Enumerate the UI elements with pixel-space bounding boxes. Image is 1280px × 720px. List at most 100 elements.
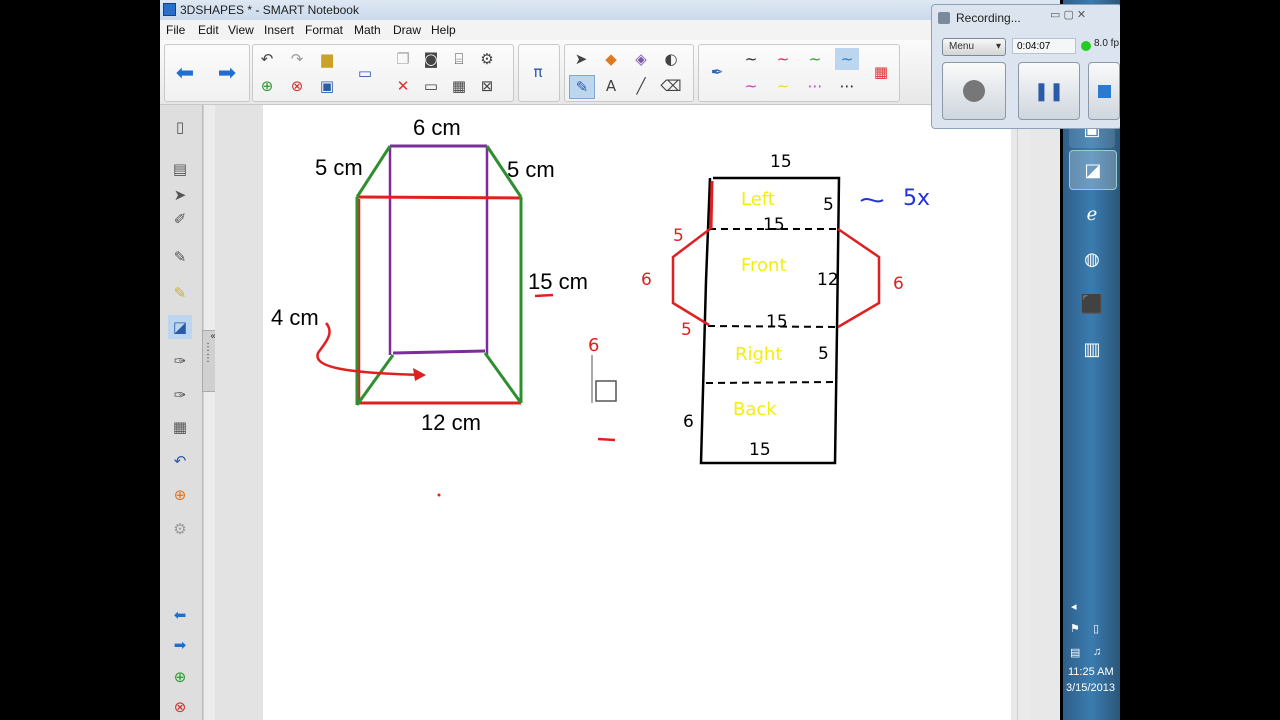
- whiteboard-canvas[interactable]: 6 cm 5 cm 5 cm 15 cm 4 cm 12 cm 6 15 Lef…: [263, 105, 1011, 720]
- nav-group: ⬅ ➡: [164, 44, 250, 102]
- show-hidden-icons[interactable]: ◂: [1071, 600, 1077, 613]
- menu-draw[interactable]: Draw: [393, 23, 421, 37]
- acrobat-icon[interactable]: ⬛: [1069, 285, 1115, 323]
- canvas-scrollbar[interactable]: [1017, 105, 1030, 720]
- menu-edit[interactable]: Edit: [198, 23, 219, 37]
- prism-red-top: [357, 195, 522, 200]
- target-icon[interactable]: ⊕: [168, 483, 192, 507]
- net-label-5-left-bot: 5: [681, 320, 692, 340]
- gallery-icon[interactable]: ▤: [168, 157, 192, 181]
- side-next-icon[interactable]: ➡: [168, 633, 192, 657]
- undo-icon[interactable]: ↶: [255, 48, 279, 70]
- line-icon[interactable]: ╱: [629, 75, 653, 97]
- menu-insert[interactable]: Insert: [264, 23, 294, 37]
- eraser-icon[interactable]: ◈: [629, 48, 653, 70]
- pen-icon[interactable]: ✒: [705, 61, 729, 83]
- math-group: π: [518, 44, 560, 102]
- pen-style-blue[interactable]: ∼: [835, 48, 859, 70]
- table-icon[interactable]: ⌸: [447, 48, 471, 70]
- menu-view[interactable]: View: [228, 23, 254, 37]
- select-tool-icon[interactable]: ➤: [168, 183, 192, 207]
- add-page-icon[interactable]: ⊕: [255, 75, 279, 97]
- pen-style-magenta[interactable]: ∼: [739, 75, 763, 97]
- pointer-arrow: [316, 322, 424, 377]
- bottom-underline: [597, 437, 616, 442]
- tools-group: ➤ ◆ ◈ ◐ ✎ A ╱ ⌫: [564, 44, 694, 102]
- net-label-15-b: 15: [766, 312, 788, 332]
- delete-icon[interactable]: ✕: [391, 75, 415, 97]
- internet-explorer-icon[interactable]: ℯ: [1069, 195, 1115, 233]
- insert-table-icon[interactable]: ▦: [447, 75, 471, 97]
- calculator-icon[interactable]: ▦: [168, 415, 192, 439]
- delete-page-icon[interactable]: ⊗: [285, 75, 309, 97]
- previous-page-icon[interactable]: ⬅: [173, 61, 197, 86]
- menu-help[interactable]: Help: [431, 23, 456, 37]
- shapes-icon[interactable]: ◆: [599, 48, 623, 70]
- clock-time[interactable]: 11:25 AM: [1068, 666, 1114, 678]
- flag-icon[interactable]: ⚑: [1070, 622, 1080, 635]
- screen-capture-icon[interactable]: ◙: [419, 48, 443, 70]
- close-icon[interactable]: ⊠: [475, 75, 499, 97]
- pen-style-dashed[interactable]: ⋯: [803, 75, 827, 97]
- mouse-icon[interactable]: ◍: [1069, 240, 1115, 278]
- volume-icon[interactable]: ♫: [1093, 646, 1101, 658]
- recorder-menu-button[interactable]: Menu ▾: [942, 38, 1006, 56]
- menu-format[interactable]: Format: [305, 23, 343, 37]
- note-arrow: [860, 198, 884, 203]
- undo-side-icon[interactable]: ↶: [168, 449, 192, 473]
- magic-pen-icon[interactable]: ✑: [168, 349, 192, 373]
- pen-style-green[interactable]: ∼: [803, 48, 827, 70]
- paste-icon[interactable]: ❐: [391, 48, 415, 70]
- record-button[interactable]: [942, 62, 1006, 120]
- pause-button[interactable]: ❚❚: [1018, 62, 1080, 120]
- recorder-window-controls[interactable]: ▭ ▢ ✕: [1050, 8, 1086, 21]
- net-label-5-a: 5: [823, 195, 834, 215]
- highlighter-icon[interactable]: ✎: [168, 281, 192, 305]
- side-add-page-icon[interactable]: ⊕: [168, 665, 192, 689]
- save-icon[interactable]: ▣: [315, 75, 339, 97]
- clock-date[interactable]: 3/15/2013: [1066, 682, 1115, 694]
- eraser-side-icon[interactable]: ✐: [168, 207, 192, 231]
- text-icon[interactable]: A: [599, 75, 623, 97]
- stop-button[interactable]: [1088, 62, 1120, 120]
- network-icon[interactable]: ▤: [1070, 646, 1080, 659]
- prism-green-edge-bl: [355, 354, 395, 406]
- pen-style-dotted[interactable]: ⋯: [835, 75, 859, 97]
- pen-side-icon[interactable]: ✎: [168, 245, 192, 269]
- pen-style-yellow[interactable]: ∼: [771, 75, 795, 97]
- notebook-icon[interactable]: ◪: [168, 315, 192, 339]
- net-face-back: Back: [733, 399, 777, 420]
- label-right-top: 5 cm: [507, 157, 555, 182]
- label-top: 6 cm: [413, 115, 461, 140]
- side-previous-icon[interactable]: ⬅: [168, 603, 192, 627]
- recorder-taskbar-icon[interactable]: ▥: [1069, 330, 1115, 368]
- page-sorter-icon[interactable]: ▯: [168, 115, 192, 139]
- side-delete-page-icon[interactable]: ⊗: [168, 695, 192, 719]
- pen-style-black[interactable]: ∼: [739, 48, 763, 70]
- power-icon[interactable]: ▯: [1093, 622, 1099, 635]
- redo-icon[interactable]: ↷: [285, 48, 309, 70]
- menu-file[interactable]: File: [166, 23, 185, 37]
- next-page-icon[interactable]: ➡: [215, 61, 239, 86]
- open-folder-icon[interactable]: ▆: [315, 48, 339, 70]
- color-palette-icon[interactable]: ▦: [869, 61, 893, 83]
- erase-icon[interactable]: ⌫: [659, 75, 683, 97]
- menu-bar: File Edit View Insert Format Math Draw H…: [160, 20, 1060, 41]
- smart-notebook-taskbar-icon[interactable]: ◪: [1069, 150, 1117, 190]
- settings-icon[interactable]: ⚙: [168, 517, 192, 541]
- net-label-6-right: 6: [893, 274, 904, 294]
- creative-pen-icon[interactable]: ✑: [168, 383, 192, 407]
- label-bottom: 12 cm: [421, 410, 481, 435]
- math-pi-icon[interactable]: π: [526, 61, 550, 83]
- title-bar: 3DSHAPES * - SMART Notebook: [160, 0, 1060, 20]
- label-inner-six: 6: [588, 335, 599, 356]
- properties-icon[interactable]: ⚙: [475, 48, 499, 70]
- select-arrow-icon[interactable]: ➤: [569, 48, 593, 70]
- pens-icon[interactable]: ✎: [569, 75, 595, 99]
- screen-shade-icon[interactable]: ▭: [419, 75, 443, 97]
- pen-style-red[interactable]: ∼: [771, 48, 795, 70]
- side-tabs: ▯ ▤ ➤ ✐ ✎ ✎ ◪ ✑ ✑ ▦ ↶ ⊕ ⚙ ⬅ ➡ ⊕ ⊗: [160, 105, 203, 720]
- display-icon[interactable]: ▭: [353, 62, 377, 84]
- menu-math[interactable]: Math: [354, 23, 381, 37]
- fill-icon[interactable]: ◐: [659, 48, 683, 70]
